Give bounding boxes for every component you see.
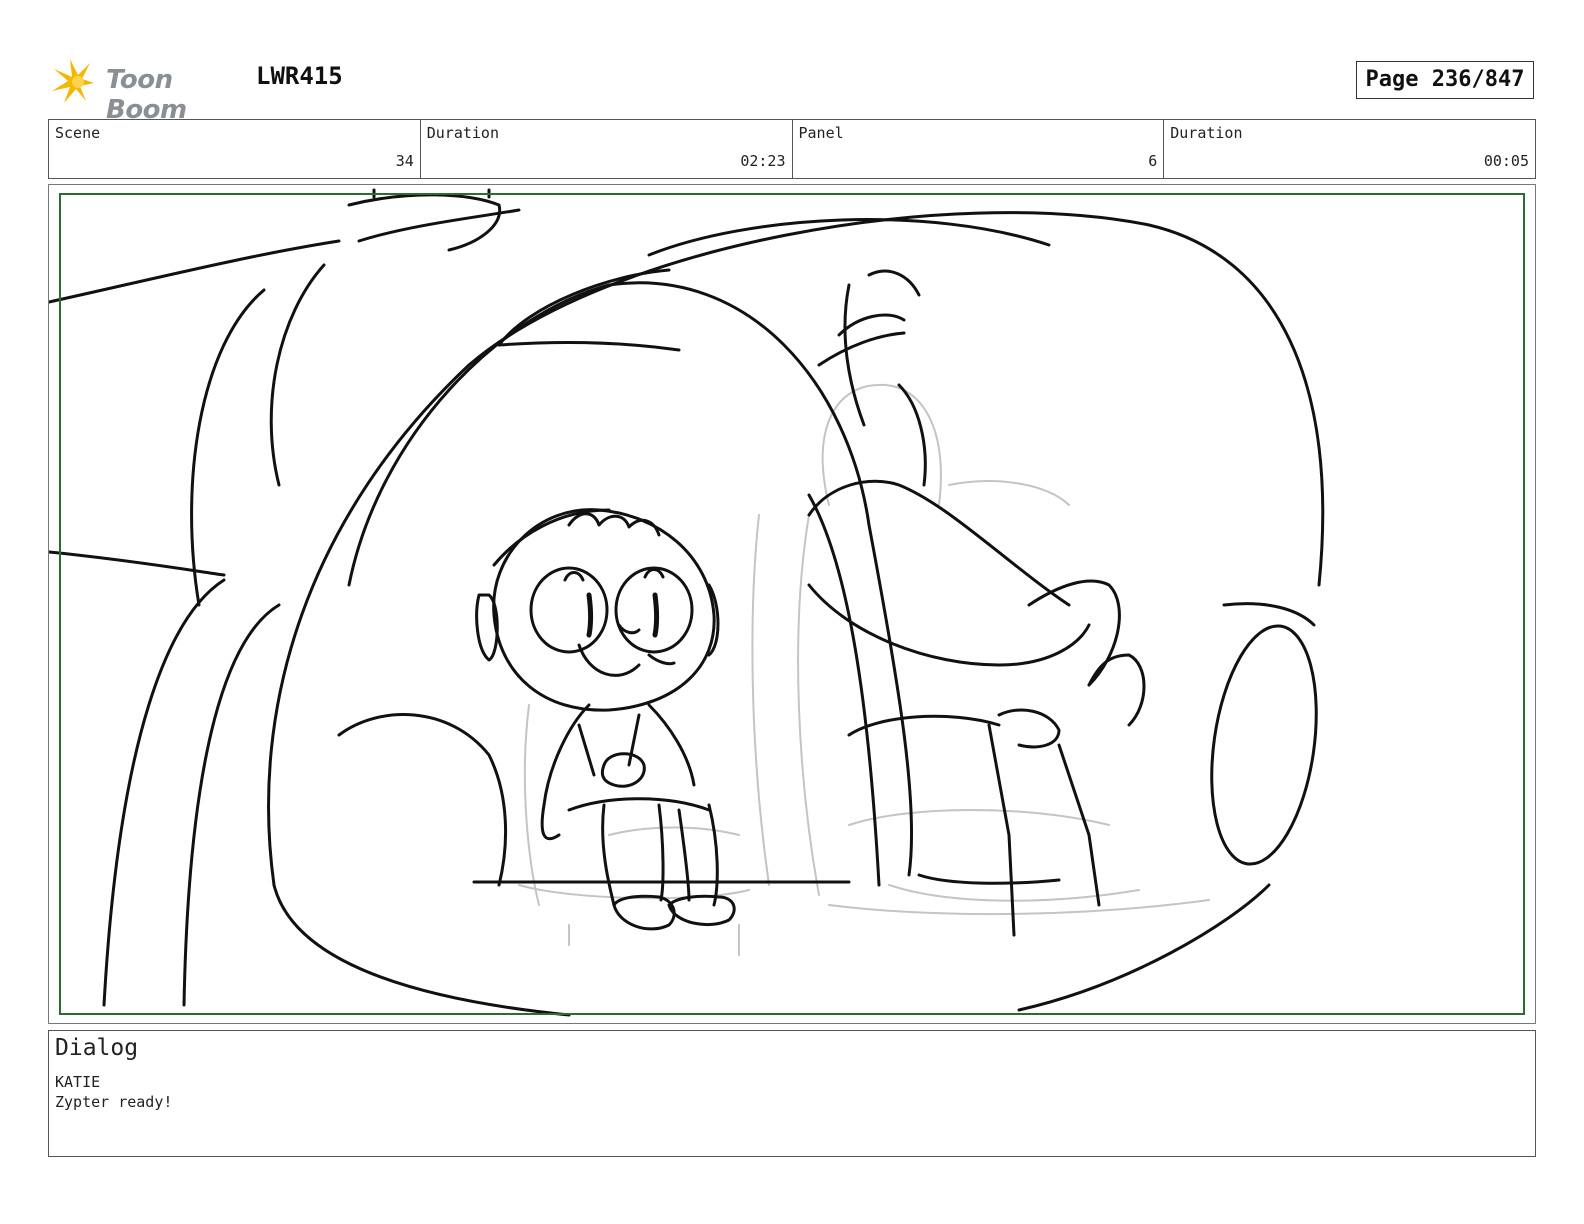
dialog-box: Dialog KATIE Zypter ready! <box>48 1030 1536 1157</box>
starburst-icon <box>52 59 94 103</box>
dialog-line: Zypter ready! <box>55 1093 173 1111</box>
panel-value: 6 <box>1148 152 1158 170</box>
scene-duration-value: 02:23 <box>740 152 786 170</box>
dialog-speaker: KATIE <box>55 1073 101 1091</box>
panel-duration-cell: Duration 00:05 <box>1164 120 1535 178</box>
panel-info-row: Scene 34 Duration 02:23 Panel 6 Duration… <box>48 119 1536 179</box>
scene-value: 34 <box>395 152 414 170</box>
sketch-drawing <box>49 188 1325 1017</box>
panel-label: Panel <box>798 124 844 142</box>
scene-duration-label: Duration <box>426 124 499 142</box>
toon-boom-logo: Toon Boom <box>50 55 250 125</box>
panel-duration-value: 00:05 <box>1483 152 1529 170</box>
page-number: Page 236/847 <box>1356 61 1534 99</box>
logo-text: Toon Boom <box>106 65 187 125</box>
panel-duration-label: Duration <box>1170 124 1243 142</box>
panel-cell: Panel 6 <box>793 120 1165 178</box>
scene-label: Scene <box>55 124 101 142</box>
dialog-title: Dialog <box>55 1035 139 1061</box>
production-code: LWR415 <box>256 62 343 90</box>
storyboard-panel <box>48 184 1536 1024</box>
scene-duration-cell: Duration 02:23 <box>421 120 793 178</box>
scene-cell: Scene 34 <box>49 120 421 178</box>
